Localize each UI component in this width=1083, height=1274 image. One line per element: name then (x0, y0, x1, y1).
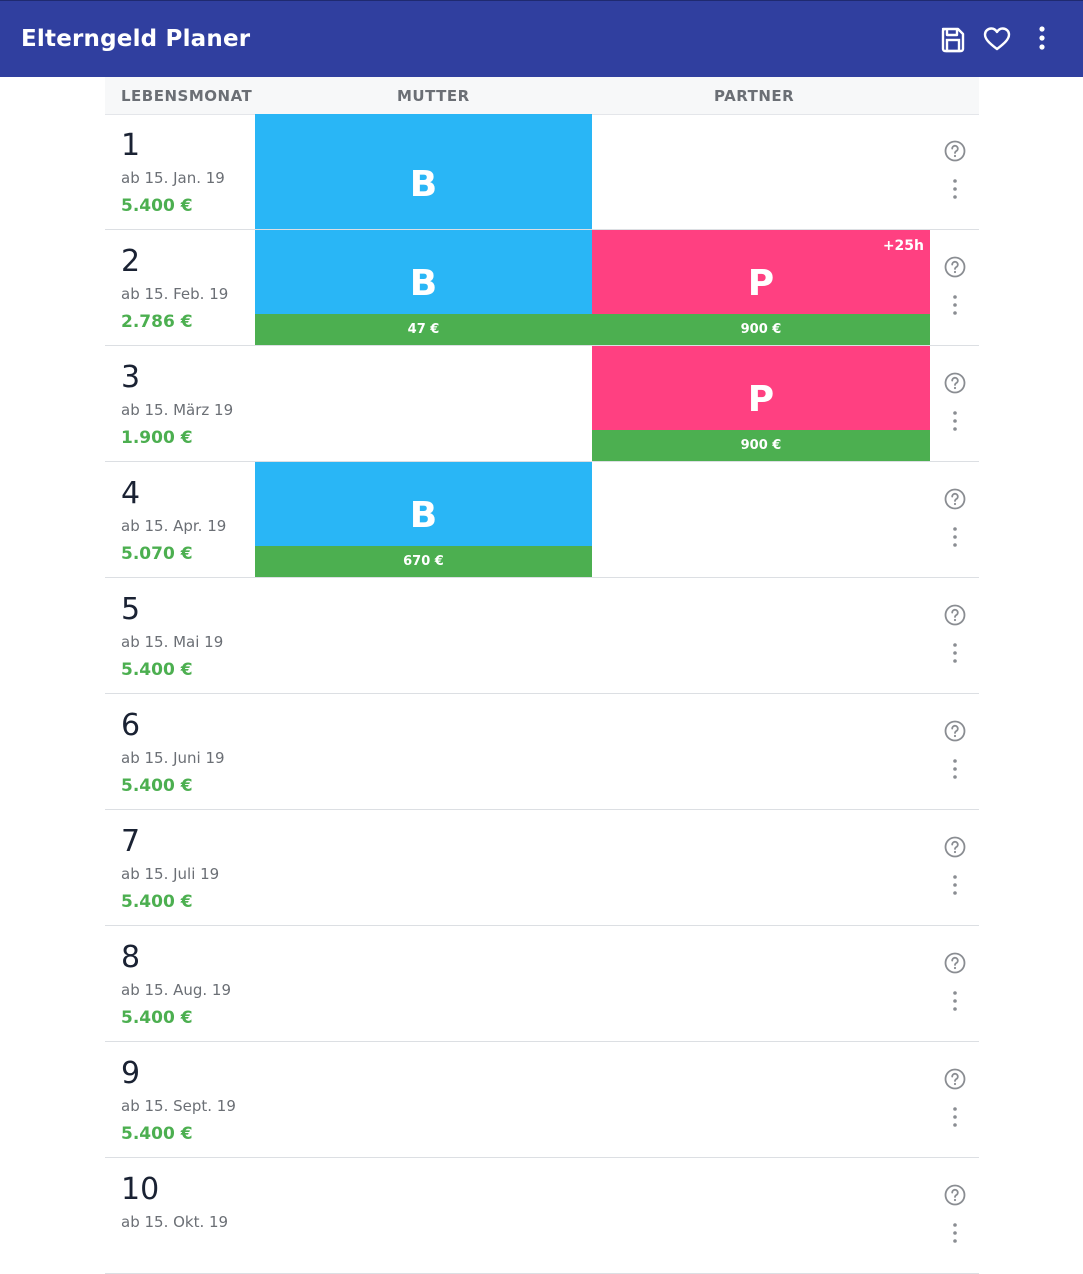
partner-cell-letter: P (747, 379, 775, 420)
month-number: 1 (121, 128, 141, 163)
month-row: 9 ab 15. Sept. 19 5.400 € (105, 1042, 979, 1158)
app-bar: Elterngeld Planer (0, 0, 1083, 77)
help-icon[interactable] (943, 1183, 967, 1207)
month-row: 8 ab 15. Aug. 19 5.400 € (105, 926, 979, 1042)
month-total-amount: 1.900 € (121, 428, 193, 448)
help-icon[interactable] (943, 255, 967, 279)
month-total-amount: 5.070 € (121, 544, 193, 564)
help-icon[interactable] (943, 835, 967, 859)
partner-cell-amount: 900 € (592, 314, 930, 345)
mother-basis-cell[interactable]: B 670 € (255, 462, 592, 577)
partner-cell-amount: 900 € (592, 430, 930, 461)
month-number: 9 (121, 1056, 141, 1091)
month-start-date: ab 15. Juni 19 (121, 749, 225, 767)
month-total-amount: 5.400 € (121, 1008, 193, 1028)
month-total-amount: 2.786 € (121, 312, 193, 332)
month-row: 7 ab 15. Juli 19 5.400 € (105, 810, 979, 926)
month-total-amount: 5.400 € (121, 892, 193, 912)
partner-plus-cell[interactable]: P 900 € (592, 346, 930, 461)
month-row: 2 ab 15. Feb. 19 2.786 € B 47 € P 900 € +25h (105, 230, 979, 346)
row-more-icon[interactable] (943, 641, 967, 665)
help-icon[interactable] (943, 603, 967, 627)
help-icon[interactable] (943, 139, 967, 163)
month-start-date: ab 15. März 19 (121, 401, 234, 419)
month-number: 4 (121, 476, 141, 511)
app-title: Elterngeld Planer (21, 26, 251, 52)
favorite-button[interactable] (982, 23, 1012, 55)
row-more-icon[interactable] (943, 989, 967, 1013)
month-start-date: ab 15. Juli 19 (121, 865, 220, 883)
help-icon[interactable] (943, 371, 967, 395)
mother-cell-letter: B (409, 164, 438, 205)
month-start-date: ab 15. Mai 19 (121, 633, 224, 651)
row-more-icon[interactable] (943, 757, 967, 781)
month-number: 5 (121, 592, 141, 627)
row-more-icon[interactable] (943, 873, 967, 897)
month-start-date: ab 15. Okt. 19 (121, 1213, 229, 1231)
month-number: 10 (121, 1172, 160, 1207)
month-total-amount: 5.400 € (121, 776, 193, 796)
month-start-date: ab 15. Feb. 19 (121, 285, 229, 303)
header-mother: MUTTER (397, 87, 470, 105)
row-more-icon[interactable] (943, 1105, 967, 1129)
header-month: LEBENSMONAT (121, 87, 253, 105)
month-row: 10 ab 15. Okt. 19 (105, 1158, 979, 1274)
month-list: 1 ab 15. Jan. 19 5.400 € B 2 ab 15. Feb. 19 2.… (105, 114, 979, 1274)
month-row: 6 ab 15. Juni 19 5.400 € (105, 694, 979, 810)
month-total-amount: 5.400 € (121, 196, 193, 216)
month-start-date: ab 15. Sept. 19 (121, 1097, 236, 1115)
partner-plus-cell[interactable]: P 900 € +25h (592, 230, 930, 345)
help-icon[interactable] (943, 719, 967, 743)
month-total-amount: 5.400 € (121, 660, 193, 680)
row-more-icon[interactable] (943, 409, 967, 433)
month-start-date: ab 15. Jan. 19 (121, 169, 225, 187)
partner-cell-letter: P (747, 263, 775, 304)
month-total-amount: 5.400 € (121, 1124, 193, 1144)
month-number: 6 (121, 708, 141, 743)
row-more-icon[interactable] (943, 177, 967, 201)
help-icon[interactable] (943, 951, 967, 975)
help-icon[interactable] (943, 1067, 967, 1091)
mother-cell-letter: B (409, 263, 438, 304)
month-start-date: ab 15. Aug. 19 (121, 981, 232, 999)
month-row: 1 ab 15. Jan. 19 5.400 € B (105, 114, 979, 230)
save-button[interactable] (938, 23, 968, 55)
save-icon (938, 23, 968, 55)
mother-basis-cell[interactable]: B 47 € (255, 230, 592, 345)
month-row: 4 ab 15. Apr. 19 5.070 € B 670 € (105, 462, 979, 578)
row-more-icon[interactable] (943, 293, 967, 317)
more-menu-button[interactable] (1027, 23, 1057, 55)
month-number: 2 (121, 244, 141, 279)
row-more-icon[interactable] (943, 525, 967, 549)
month-row: 3 ab 15. März 19 1.900 € P 900 € (105, 346, 979, 462)
table-header: LEBENSMONAT MUTTER PARTNER (105, 77, 979, 115)
mother-basis-cell[interactable]: B (255, 114, 592, 229)
mother-cell-letter: B (409, 495, 438, 536)
mother-cell-amount: 47 € (255, 314, 592, 345)
month-row: 5 ab 15. Mai 19 5.400 € (105, 578, 979, 694)
more-vert-icon (1027, 23, 1057, 55)
mother-cell-amount: 670 € (255, 546, 592, 577)
month-start-date: ab 15. Apr. 19 (121, 517, 227, 535)
help-icon[interactable] (943, 487, 967, 511)
month-number: 7 (121, 824, 141, 859)
month-number: 3 (121, 360, 141, 395)
header-partner: PARTNER (714, 87, 795, 105)
heart-icon (982, 23, 1012, 55)
partner-cell-hours: +25h (882, 238, 924, 254)
month-number: 8 (121, 940, 141, 975)
